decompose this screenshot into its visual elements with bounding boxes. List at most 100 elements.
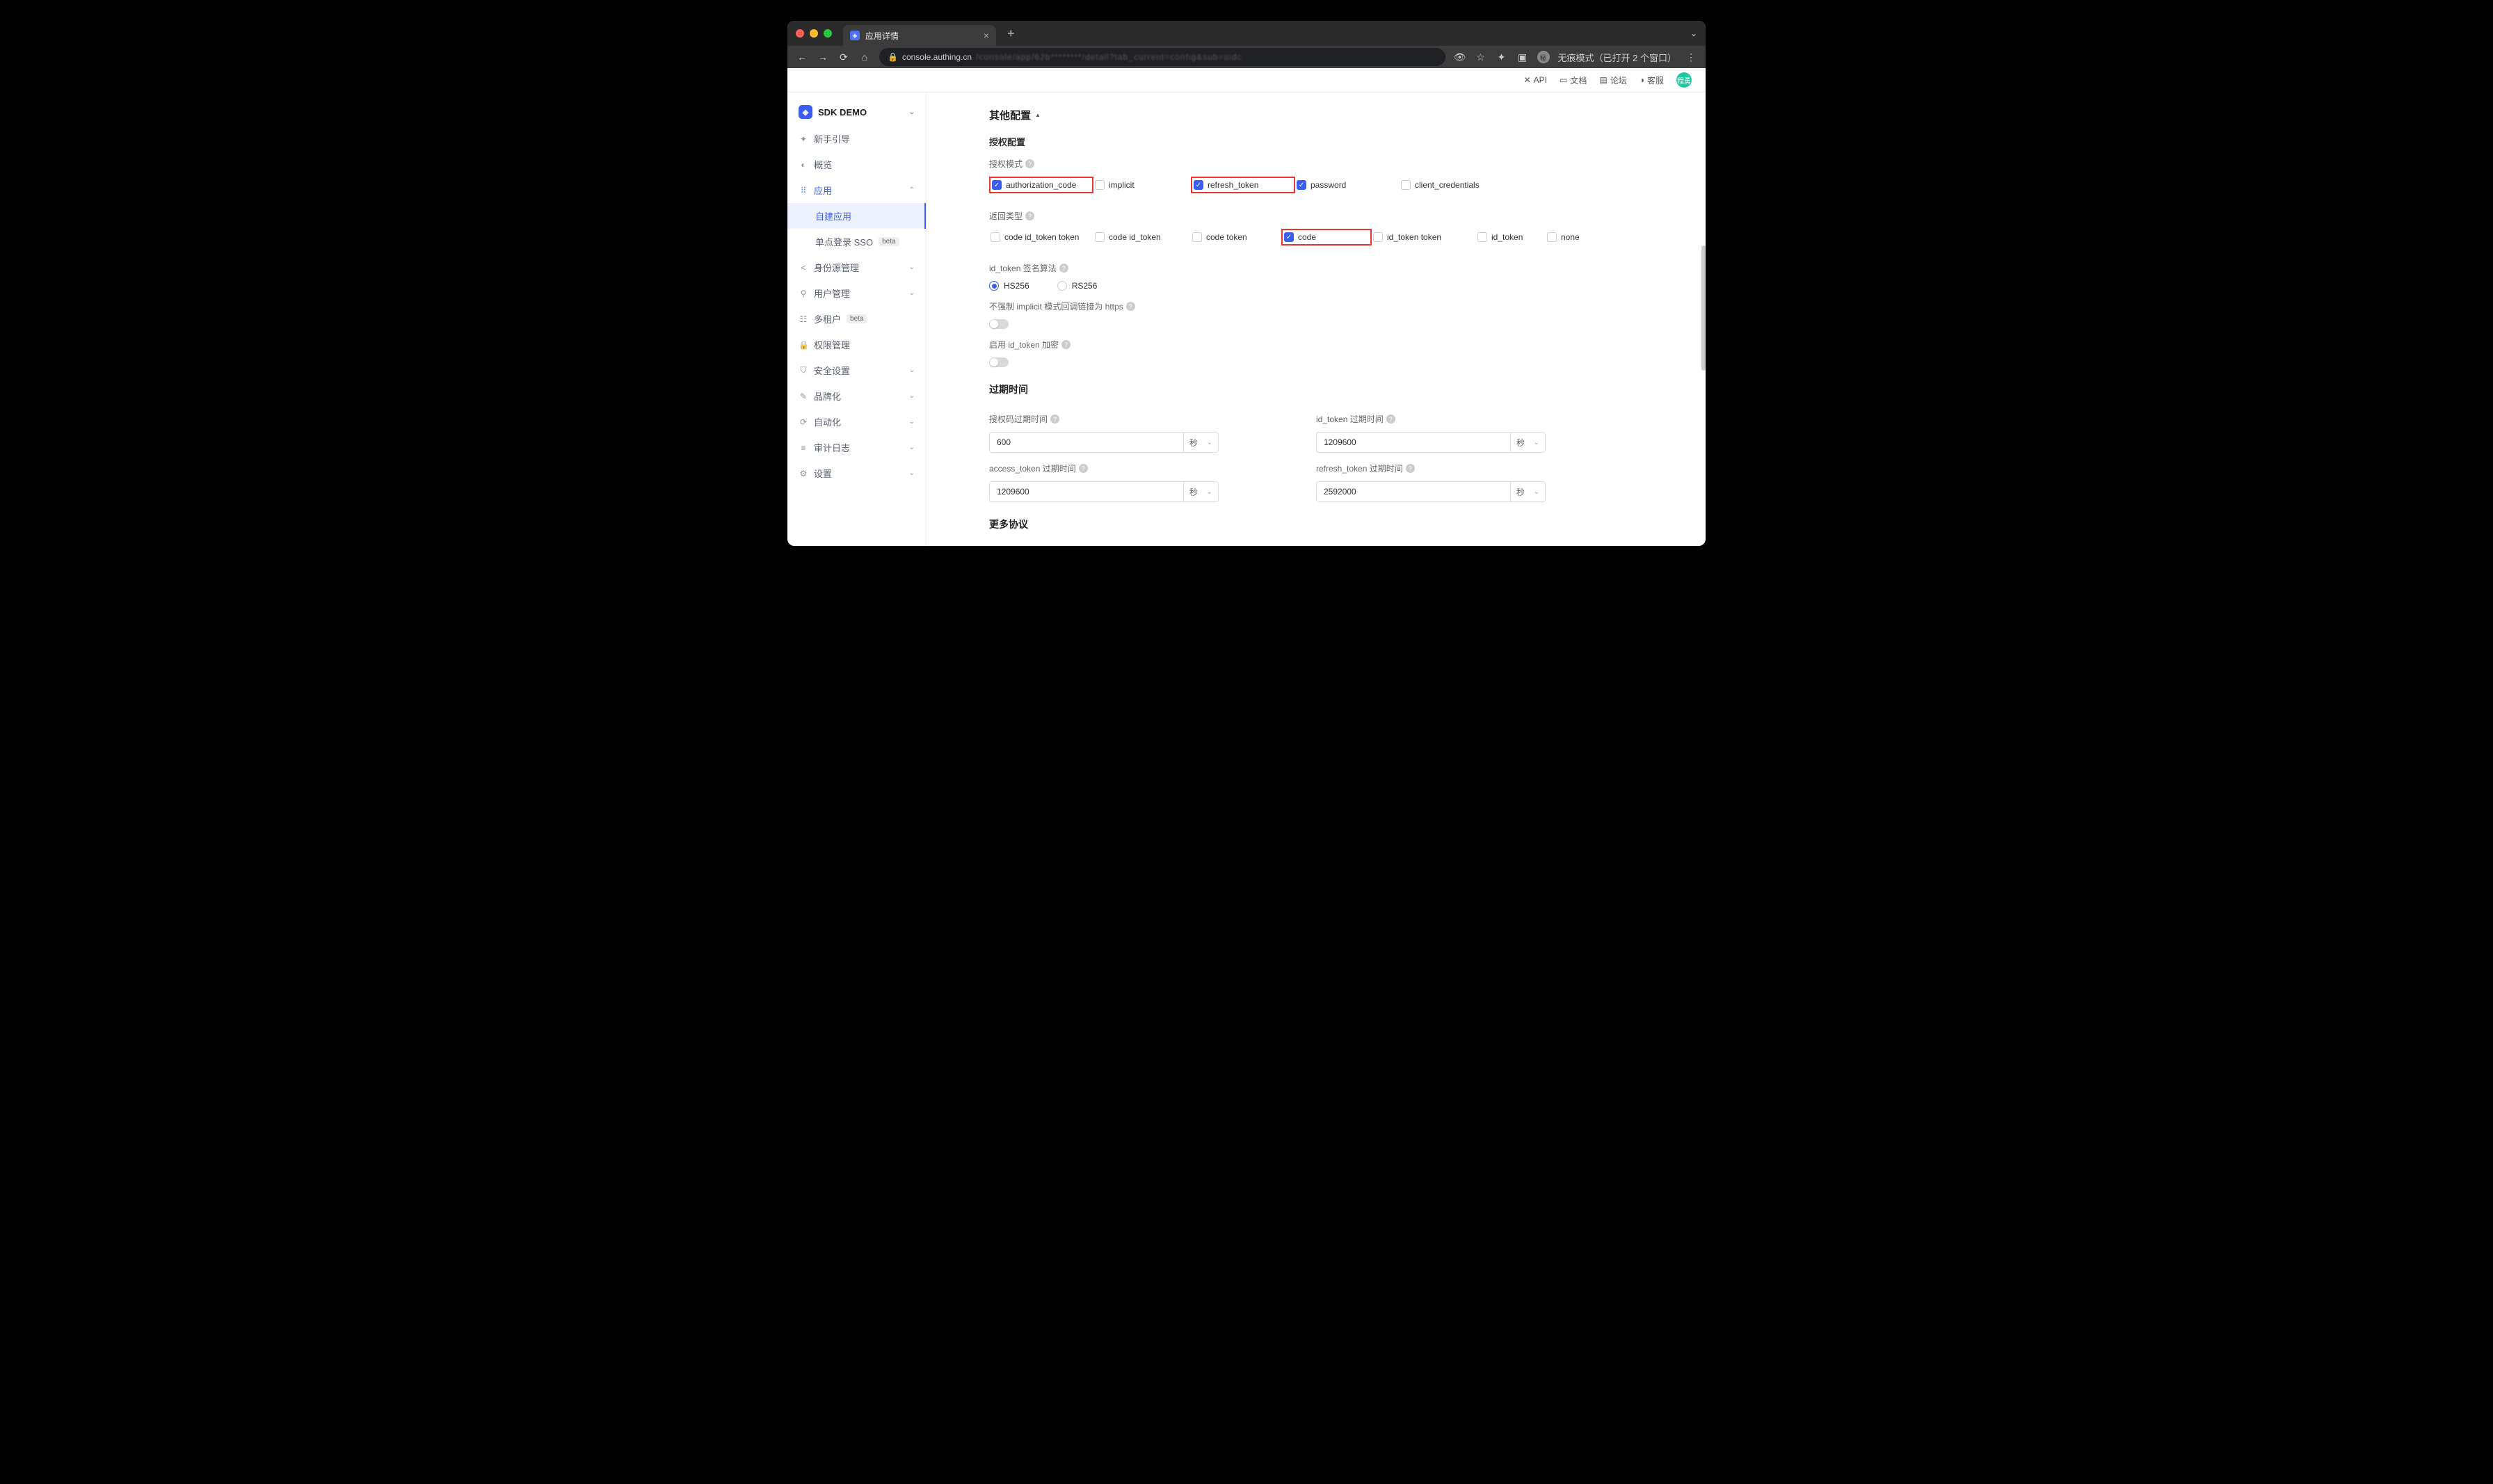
sidebar-item-label: 权限管理 bbox=[814, 338, 850, 351]
checkbox-refresh-token[interactable]: ✓refresh_token bbox=[1191, 177, 1295, 193]
close-window-icon[interactable] bbox=[796, 29, 804, 38]
reload-button[interactable]: ⟳ bbox=[837, 51, 850, 63]
help-icon[interactable]: ? bbox=[1061, 340, 1071, 349]
unit-select[interactable]: 秒⌄ bbox=[1184, 432, 1219, 453]
chevron-icon: ⌄ bbox=[909, 366, 915, 374]
sidebar-item-idp[interactable]: <身份源管理⌄ bbox=[787, 255, 926, 280]
sidebar-item-label: 概览 bbox=[814, 158, 832, 171]
help-icon[interactable]: ? bbox=[1025, 159, 1034, 168]
checkbox-client-credentials[interactable]: client_credentials bbox=[1400, 177, 1504, 193]
sidebar-item-audit[interactable]: ≡审计日志⌄ bbox=[787, 435, 926, 460]
sidebar-icon: 🔒 bbox=[799, 340, 808, 350]
traffic-lights[interactable] bbox=[796, 29, 832, 38]
unit-select[interactable]: 秒⌄ bbox=[1511, 432, 1546, 453]
no-force-https-toggle[interactable] bbox=[989, 319, 1009, 329]
sidebar-item-auto[interactable]: ⟳自动化⌄ bbox=[787, 409, 926, 435]
help-icon[interactable]: ? bbox=[1386, 414, 1395, 424]
checkbox-password[interactable]: ✓password bbox=[1295, 177, 1400, 193]
sidebar-item-apps-self[interactable]: 自建应用 bbox=[787, 203, 926, 229]
header-link-api[interactable]: ✕API bbox=[1524, 75, 1547, 85]
checkbox-label: code id_token bbox=[1109, 232, 1161, 242]
sidebar-item-label: 自建应用 bbox=[815, 209, 851, 223]
radio-hs256[interactable]: HS256 bbox=[989, 281, 1029, 291]
sidebar-item-apps-sso[interactable]: 单点登录 SSObeta bbox=[787, 229, 926, 255]
chevron-icon: ⌄ bbox=[909, 392, 915, 400]
browser-tab[interactable]: ◈ 应用详情 × bbox=[843, 25, 996, 46]
tabs-chevron-down-icon[interactable]: ⌄ bbox=[1690, 29, 1697, 38]
authcode-expire-field[interactable] bbox=[989, 432, 1184, 453]
sidebar-item-security[interactable]: ⛉安全设置⌄ bbox=[787, 357, 926, 383]
grant-modes-row: ✓authorization_code implicit ✓refresh_toke… bbox=[989, 177, 1643, 200]
accesstoken-expire-field[interactable] bbox=[989, 481, 1184, 502]
scrollbar-thumb[interactable] bbox=[1701, 245, 1706, 371]
help-icon[interactable]: ? bbox=[1059, 264, 1068, 273]
sidebar-icon: ✦ bbox=[799, 134, 808, 144]
url-input[interactable]: 🔒 console.authing.cn /console/app/62b***… bbox=[879, 48, 1445, 66]
beta-badge: beta bbox=[847, 314, 867, 323]
browser-window: ◈ 应用详情 × + ⌄ ← → ⟳ ⌂ 🔒 console.authing.c… bbox=[787, 21, 1706, 546]
sidebar-item-tenant[interactable]: ☷多租户beta bbox=[787, 306, 926, 332]
idtoken-expire-field[interactable] bbox=[1316, 432, 1511, 453]
scrollbar-track[interactable] bbox=[1701, 92, 1706, 546]
lock-icon: 🔒 bbox=[888, 52, 898, 62]
help-icon[interactable]: ? bbox=[1025, 211, 1034, 220]
checkbox-code[interactable]: ✓code bbox=[1281, 229, 1372, 245]
sidebar-icon: ✎ bbox=[799, 392, 808, 401]
unit-select[interactable]: 秒⌄ bbox=[1184, 481, 1219, 502]
checkbox-code-id-token-token[interactable]: code id_token token bbox=[989, 229, 1093, 245]
header-link-support[interactable]: ◑客服 bbox=[1640, 74, 1664, 86]
square-icon[interactable]: ▣ bbox=[1516, 51, 1529, 63]
checkbox-id-token[interactable]: id_token bbox=[1476, 229, 1546, 245]
eye-off-icon[interactable]: 👁 bbox=[1454, 51, 1466, 63]
chat-icon: ▤ bbox=[1599, 75, 1607, 85]
help-icon[interactable]: ? bbox=[1079, 464, 1088, 473]
section-expire: 过期时间 bbox=[989, 382, 1643, 396]
main-content: 其他配置 ▲ 授权配置 授权模式 ? ✓authorization_codeim… bbox=[927, 92, 1706, 546]
checkbox-icon bbox=[1477, 232, 1487, 242]
checkbox-implicit[interactable]: implicit bbox=[1093, 177, 1191, 193]
sidebar-item-apps[interactable]: ⠿应用⌃ bbox=[787, 177, 926, 203]
chevron-down-icon: ⌄ bbox=[1534, 488, 1539, 496]
sidebar-item-label: 应用 bbox=[814, 184, 832, 197]
collapse-icon[interactable]: ▲ bbox=[1035, 112, 1041, 118]
unit-select[interactable]: 秒⌄ bbox=[1511, 481, 1546, 502]
checkbox-code-token[interactable]: code token bbox=[1191, 229, 1281, 245]
sidebar-item-perm[interactable]: 🔒 权限管理 bbox=[787, 332, 926, 357]
checkbox-authorization-code[interactable]: ✓authorization_code bbox=[989, 177, 1093, 193]
forward-button[interactable]: → bbox=[817, 51, 829, 63]
checkbox-code-id-token[interactable]: code id_token bbox=[1093, 229, 1191, 245]
header-link-forum[interactable]: ▤论坛 bbox=[1599, 74, 1626, 86]
url-path-blurred: /console/app/62b********/detail?tab_curr… bbox=[976, 52, 1242, 62]
checkbox-none[interactable]: none bbox=[1546, 229, 1615, 245]
checkbox-label: implicit bbox=[1109, 180, 1135, 190]
enable-idtoken-enc-toggle[interactable] bbox=[989, 357, 1009, 367]
back-button[interactable]: ← bbox=[796, 51, 808, 63]
minimize-window-icon[interactable] bbox=[810, 29, 818, 38]
header-link-docs[interactable]: ▭文档 bbox=[1560, 74, 1587, 86]
refreshtoken-expire-field[interactable] bbox=[1316, 481, 1511, 502]
chevron-icon: ⌄ bbox=[909, 444, 915, 451]
extensions-icon[interactable]: ✦ bbox=[1496, 51, 1508, 63]
maximize-window-icon[interactable] bbox=[824, 29, 832, 38]
sidebar-item-brand[interactable]: ✎品牌化⌄ bbox=[787, 383, 926, 409]
avatar[interactable]: 程勇 bbox=[1676, 72, 1692, 88]
sidebar-item-overview[interactable]: ◐概览 bbox=[787, 152, 926, 177]
checkbox-id-token-token[interactable]: id_token token bbox=[1372, 229, 1476, 245]
bookmark-icon[interactable]: ☆ bbox=[1475, 51, 1487, 63]
help-icon[interactable]: ? bbox=[1050, 414, 1059, 424]
authcode-expire-input: 秒⌄ bbox=[989, 432, 1219, 453]
chevron-icon: ⌄ bbox=[909, 289, 915, 297]
new-tab-button[interactable]: + bbox=[1002, 26, 1020, 41]
radio-rs256[interactable]: RS256 bbox=[1057, 281, 1183, 291]
sidebar-item-settings[interactable]: ⚙设置⌄ bbox=[787, 460, 926, 486]
checkbox-icon bbox=[1095, 232, 1105, 242]
app-switcher[interactable]: ◈ SDK DEMO ⌄ bbox=[787, 98, 926, 126]
help-icon[interactable]: ? bbox=[1406, 464, 1415, 473]
sidebar-item-users[interactable]: ⚲用户管理⌄ bbox=[787, 280, 926, 306]
checkbox-icon: ✓ bbox=[1297, 180, 1306, 190]
help-icon[interactable]: ? bbox=[1126, 302, 1135, 311]
home-button[interactable]: ⌂ bbox=[858, 51, 871, 63]
close-tab-icon[interactable]: × bbox=[984, 30, 989, 41]
kebab-menu-icon[interactable]: ⋮ bbox=[1685, 51, 1697, 63]
sidebar-item-guide[interactable]: ✦新手引导 bbox=[787, 126, 926, 152]
